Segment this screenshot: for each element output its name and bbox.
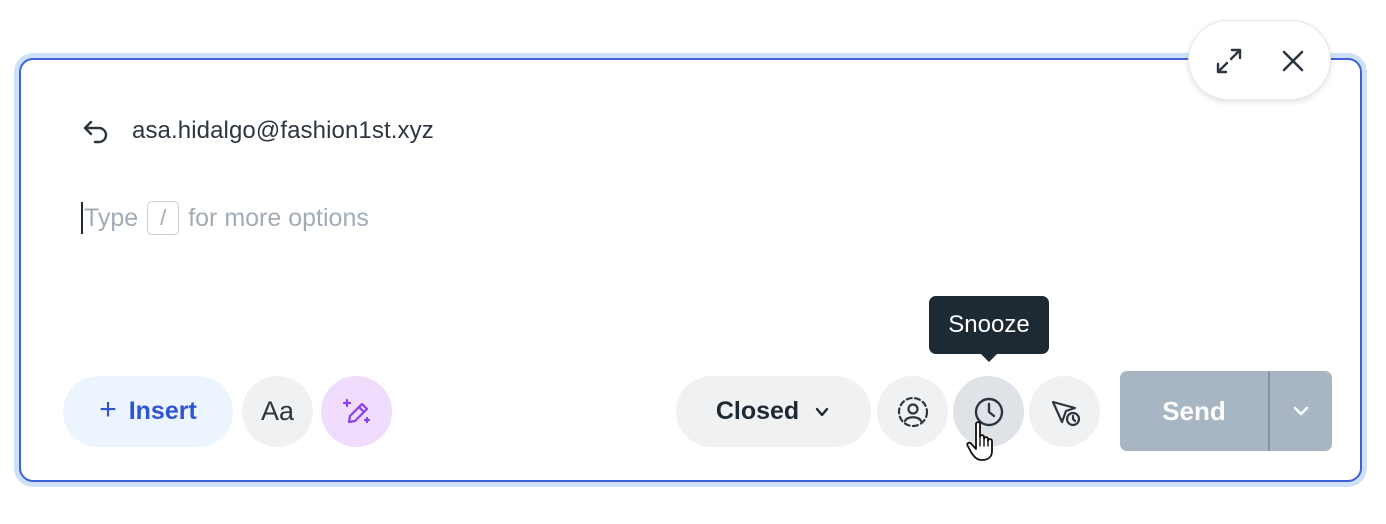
- recipient-email[interactable]: asa.hidalgo@fashion1st.xyz: [132, 117, 434, 145]
- magic-pen-icon: [342, 398, 370, 423]
- text-format-button[interactable]: Aa: [242, 376, 313, 447]
- insert-button[interactable]: + Insert: [63, 376, 233, 447]
- close-icon: [1282, 50, 1304, 72]
- expand-arrows-icon: [1216, 48, 1242, 74]
- ai-compose-button[interactable]: [321, 376, 392, 447]
- send-label: Send: [1162, 395, 1226, 426]
- chevron-down-icon: [813, 403, 831, 421]
- snooze-tooltip: Snooze: [929, 296, 1049, 354]
- user-assign-icon: [897, 396, 928, 427]
- send-options-button[interactable]: [1270, 371, 1332, 451]
- tooltip-label: Snooze: [948, 311, 1030, 338]
- send-later-icon: [1051, 400, 1080, 426]
- status-dropdown[interactable]: Closed: [676, 376, 871, 447]
- reply-icon[interactable]: [80, 115, 112, 147]
- recipient-row: asa.hidalgo@fashion1st.xyz: [80, 114, 434, 148]
- hand-pointer-cursor-icon: [966, 421, 993, 461]
- slash-key-hint: /: [147, 201, 180, 235]
- assign-button[interactable]: [877, 376, 948, 447]
- chevron-down-icon: [1293, 406, 1309, 416]
- insert-label: Insert: [128, 397, 197, 425]
- status-label: Closed: [715, 397, 800, 425]
- plus-icon: +: [99, 393, 117, 426]
- message-editor[interactable]: Type / for more options: [81, 198, 369, 238]
- expand-button[interactable]: [1209, 41, 1249, 81]
- editor-placeholder-prefix: Type: [84, 203, 139, 232]
- text-caret: [81, 202, 83, 234]
- send-later-button[interactable]: [1029, 376, 1100, 447]
- editor-placeholder-suffix: for more options: [188, 203, 369, 232]
- tooltip-arrow: [980, 353, 998, 362]
- close-button[interactable]: [1273, 41, 1313, 81]
- text-format-label: Aa: [260, 396, 295, 426]
- window-controls: [1188, 20, 1331, 100]
- send-button-group: Send: [1120, 371, 1332, 451]
- send-button[interactable]: Send: [1120, 371, 1268, 451]
